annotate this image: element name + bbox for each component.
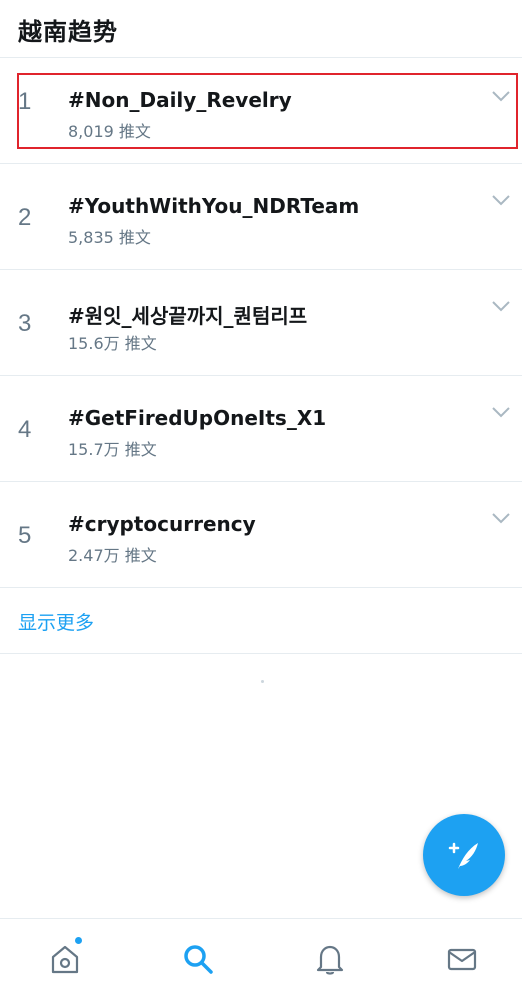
trend-item[interactable]: 1 #Non_Daily_Revelry 8,019 推文 [0, 58, 522, 164]
nav-home[interactable] [45, 937, 85, 981]
trend-rank: 5 [18, 522, 32, 549]
trend-count: 2.47万 推文 [68, 546, 157, 565]
trend-item[interactable]: 4 #GetFiredUpOneIts_X1 15.7万 推文 [0, 376, 522, 482]
chevron-down-icon[interactable] [490, 510, 512, 526]
trend-name: #YouthWithYou_NDRTeam [68, 194, 360, 218]
trend-item[interactable]: 5 #cryptocurrency 2.47万 推文 [0, 482, 522, 588]
chevron-down-icon[interactable] [490, 404, 512, 420]
trend-rank: 3 [18, 310, 32, 337]
nav-search[interactable] [178, 937, 218, 981]
trend-list: 1 #Non_Daily_Revelry 8,019 推文 2 #YouthWi… [0, 58, 522, 588]
nav-messages[interactable] [442, 937, 482, 981]
nav-notifications[interactable] [310, 937, 350, 981]
trend-count: 15.6万 推文 [68, 334, 157, 353]
page-header: 越南趋势 [0, 0, 522, 58]
trend-rank: 1 [18, 88, 32, 115]
trend-name: #cryptocurrency [68, 512, 256, 536]
chevron-down-icon[interactable] [490, 298, 512, 314]
notification-dot [75, 937, 82, 944]
trend-count: 8,019 推文 [68, 122, 151, 141]
trend-count: 5,835 推文 [68, 228, 151, 247]
home-icon [51, 945, 79, 974]
trend-rank: 2 [18, 204, 32, 231]
mail-icon [447, 948, 477, 971]
trend-name: #Non_Daily_Revelry [68, 88, 292, 112]
bell-icon [316, 945, 344, 975]
trend-rank: 4 [18, 416, 32, 443]
page-title: 越南趋势 [18, 18, 118, 46]
show-more-row[interactable]: 显示更多 [0, 588, 522, 654]
search-icon [184, 945, 213, 974]
trend-count: 15.7万 推文 [68, 440, 157, 459]
chevron-down-icon[interactable] [490, 88, 512, 104]
compose-button[interactable] [423, 814, 505, 896]
trend-item[interactable]: 2 #YouthWithYou_NDRTeam 5,835 推文 [0, 164, 522, 270]
trend-name: #원잇_세상끝까지_퀀텀리프 [68, 304, 308, 328]
trend-item[interactable]: 3 #원잇_세상끝까지_퀀텀리프 15.6万 推文 [0, 270, 522, 376]
loading-indicator [261, 680, 264, 683]
bottom-nav [0, 918, 522, 1000]
trend-name: #GetFiredUpOneIts_X1 [68, 406, 327, 430]
compose-tweet-icon [448, 842, 478, 869]
chevron-down-icon[interactable] [490, 192, 512, 208]
show-more-link[interactable]: 显示更多 [18, 608, 94, 635]
